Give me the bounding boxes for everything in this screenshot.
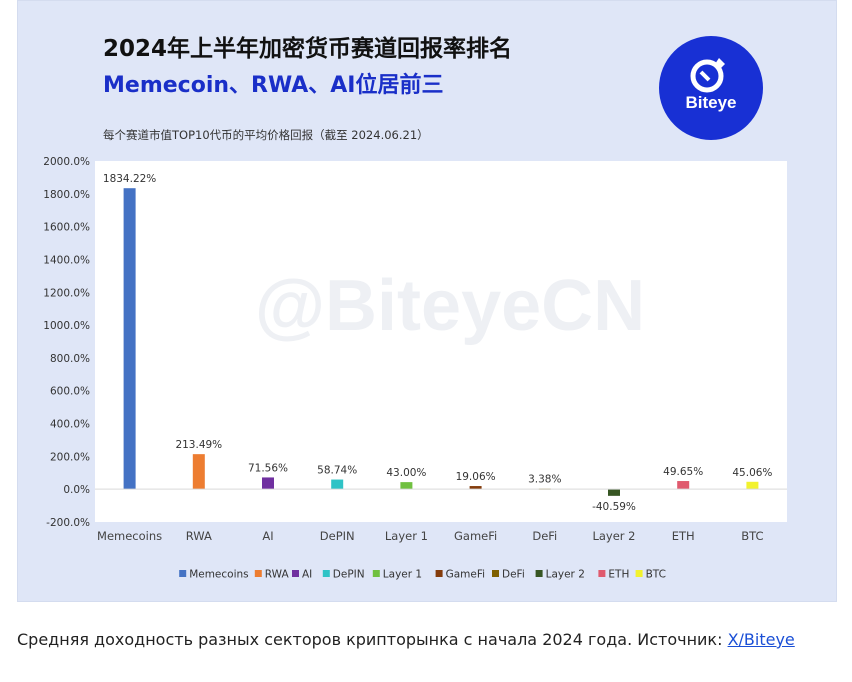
- data-label: 19.06%: [456, 471, 496, 483]
- x-tick-label: Layer 2: [592, 529, 635, 543]
- legend-label: Layer 1: [383, 569, 422, 581]
- x-tick-label: BTC: [741, 529, 763, 543]
- bar: [123, 188, 136, 490]
- legend-label: DePIN: [333, 569, 365, 581]
- legend-swatch: [254, 570, 262, 577]
- bar-chart: @BiteyeCN -200.0% 0.0% 200.0% 400.0% 600.0% 8…: [43, 156, 787, 581]
- bar: [192, 454, 205, 490]
- legend-swatch: [179, 570, 187, 577]
- x-tick-label: Layer 1: [385, 529, 428, 543]
- x-tick-label: GameFi: [454, 529, 497, 543]
- legend-label: GameFi: [446, 569, 485, 581]
- legend-label: Memecoins: [189, 569, 248, 581]
- legend-swatch: [492, 570, 499, 577]
- legend-label: DeFi: [502, 569, 525, 581]
- x-tick-label: RWA: [186, 529, 212, 543]
- x-tick-label: ETH: [672, 529, 695, 543]
- y-tick-label: -200.0%: [46, 517, 90, 529]
- legend-swatch: [322, 570, 330, 577]
- x-tick-label: DeFi: [532, 529, 557, 543]
- bar: [608, 489, 620, 496]
- y-tick-label: 0.0%: [63, 484, 90, 496]
- x-tick-label: Memecoins: [97, 529, 162, 543]
- y-tick-label: 800.0%: [50, 353, 90, 365]
- watermark: @BiteyeCN: [255, 266, 645, 346]
- legend-swatch: [292, 570, 299, 577]
- data-label: -40.59%: [592, 501, 636, 513]
- legend-label: ETH: [608, 569, 629, 581]
- data-label: 213.49%: [175, 439, 222, 451]
- legend-swatch: [372, 570, 380, 577]
- legend-swatch: [635, 570, 643, 577]
- x-tick-label: DePIN: [320, 529, 355, 543]
- source-link[interactable]: X/Biteye: [728, 630, 795, 649]
- legend-swatch: [535, 570, 543, 577]
- data-label: 71.56%: [248, 462, 288, 474]
- y-tick-label: 200.0%: [50, 451, 90, 463]
- data-label: 45.06%: [732, 467, 772, 479]
- bar: [331, 479, 344, 490]
- bar: [677, 481, 690, 490]
- y-tick-label: 1600.0%: [43, 222, 90, 234]
- y-tick-label: 1800.0%: [43, 189, 90, 201]
- bar: [400, 482, 413, 490]
- data-label: 58.74%: [317, 465, 357, 477]
- y-axis: -200.0% 0.0% 200.0% 400.0% 600.0% 800.0% 1000.…: [43, 156, 90, 529]
- y-tick-label: 400.0%: [50, 419, 90, 431]
- legend: Memecoins RWA AI DePIN Layer 1 GameFi DeFi Laye…: [179, 569, 666, 581]
- data-label: 43.00%: [386, 467, 426, 479]
- legend-swatch: [598, 570, 606, 577]
- y-tick-label: 1000.0%: [43, 320, 90, 332]
- legend-label: BTC: [646, 569, 666, 581]
- bar: [262, 477, 274, 490]
- legend-swatch: [435, 570, 443, 577]
- y-tick-label: 1200.0%: [43, 287, 90, 299]
- legend-label: AI: [302, 569, 312, 581]
- x-tick-label: AI: [262, 529, 273, 543]
- y-tick-label: 1400.0%: [43, 254, 90, 266]
- y-tick-label: 600.0%: [50, 386, 90, 398]
- y-tick-label: 2000.0%: [43, 156, 90, 168]
- data-label: 3.38%: [528, 474, 561, 486]
- legend-label: RWA: [265, 569, 290, 581]
- data-label: 1834.22%: [103, 173, 156, 185]
- legend-label: Layer 2: [546, 569, 585, 581]
- bar: [746, 481, 759, 490]
- data-label: 49.65%: [663, 466, 703, 478]
- caption-text: Средняя доходность разных секторов крипт…: [17, 630, 728, 649]
- caption: Средняя доходность разных секторов крипт…: [17, 630, 795, 649]
